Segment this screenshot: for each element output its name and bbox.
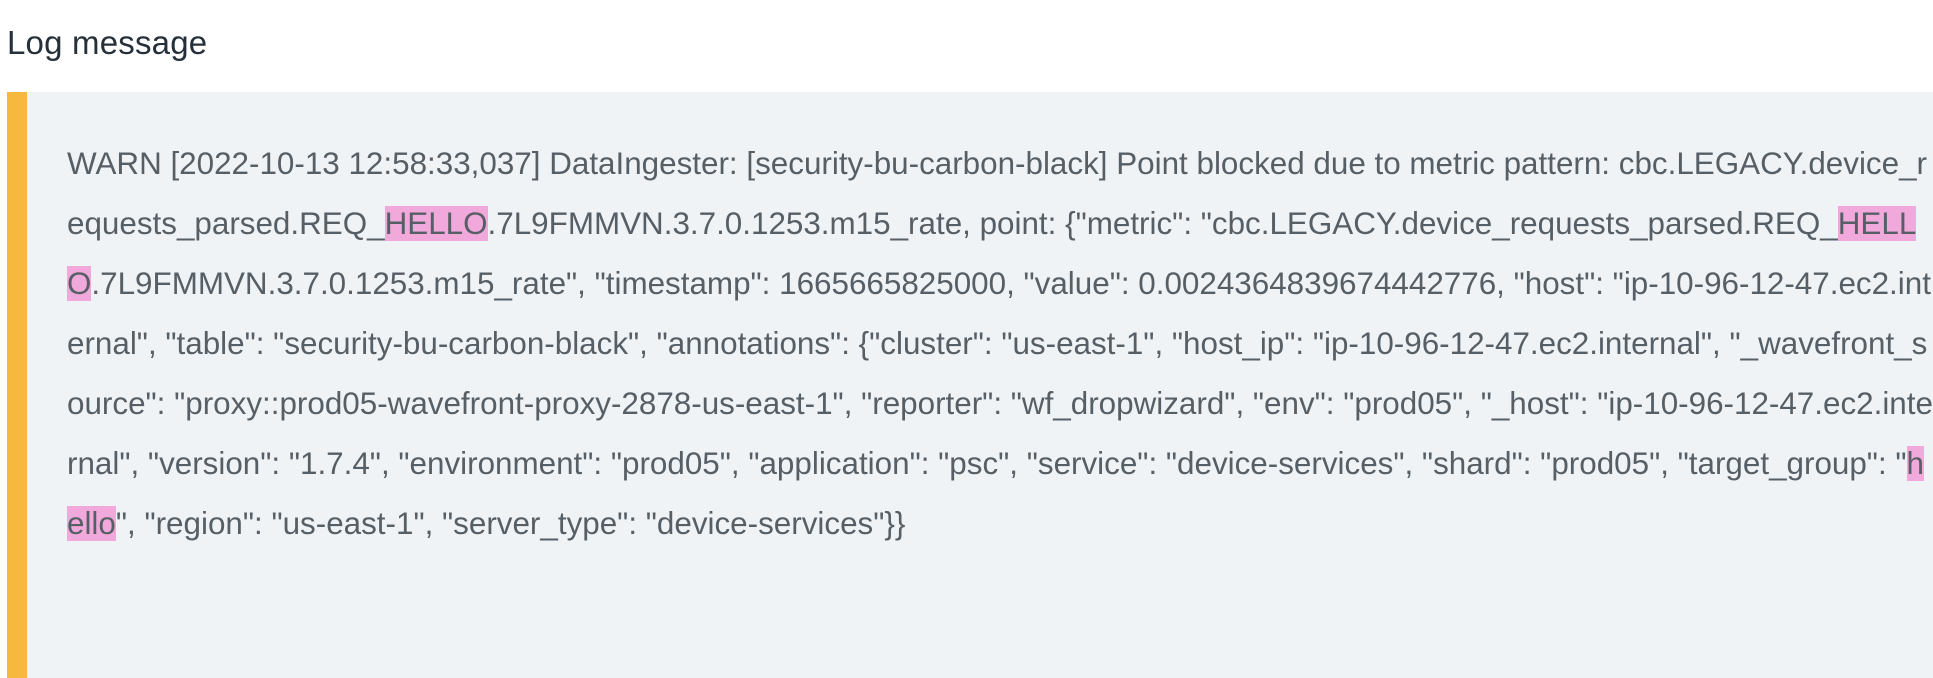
section-title: Log message	[7, 24, 208, 61]
search-highlight: HELLO	[384, 206, 488, 241]
log-text-segment: .7L9FMMVN.3.7.0.1253.m15_rate", "timesta…	[67, 266, 1933, 481]
log-text-segment: .7L9FMMVN.3.7.0.1253.m15_rate, point: {"…	[487, 206, 1838, 241]
log-message-box: WARN [2022-10-13 12:58:33,037] DataInges…	[7, 92, 1933, 678]
warning-accent-bar	[7, 92, 27, 678]
log-text-segment: ", "region": "us-east-1", "server_type":…	[115, 506, 906, 541]
log-message-text[interactable]: WARN [2022-10-13 12:58:33,037] DataInges…	[67, 134, 1933, 554]
